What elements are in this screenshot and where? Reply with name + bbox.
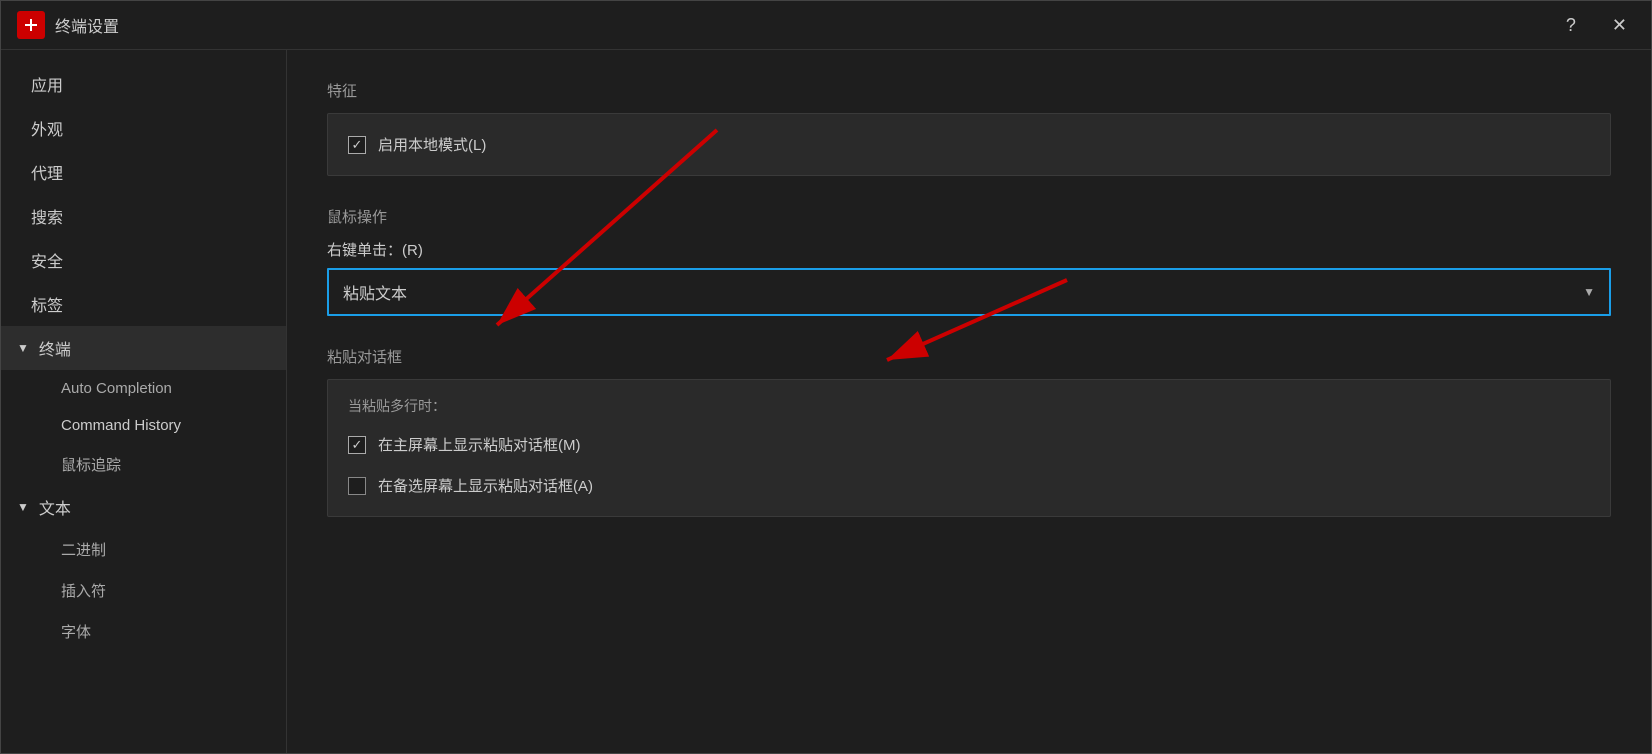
title-bar-left: 终端设置 [17, 11, 119, 39]
paste-checkbox-group: 在主屏幕上显示粘贴对话框(M) 在备选屏幕上显示粘贴对话框(A) [348, 430, 1590, 500]
main-window: 终端设置 ? ✕ 应用 外观 代理 搜索 安全 [0, 0, 1652, 754]
mouse-section: 鼠标操作 右键单击：(R) 粘贴文本 ▼ [327, 206, 1611, 316]
app-icon [17, 11, 45, 39]
sidebar-item-tabs[interactable]: 标签 [1, 282, 286, 326]
sidebar-item-app[interactable]: 应用 [1, 62, 286, 106]
sidebar-item-security[interactable]: 安全 [1, 238, 286, 282]
features-section: 特征 启用本地模式(L) [327, 80, 1611, 176]
sidebar-subitem-command-history[interactable]: Command History [1, 407, 286, 444]
sidebar-item-appearance[interactable]: 外观 [1, 106, 286, 150]
sidebar-subitem-cursor[interactable]: 插入符 [1, 570, 286, 611]
select-arrow-icon: ▼ [1583, 285, 1595, 299]
paste-main-screen-label: 在主屏幕上显示粘贴对话框(M) [378, 434, 581, 455]
features-title: 特征 [327, 80, 1611, 101]
close-button[interactable]: ✕ [1604, 11, 1635, 40]
local-mode-row: 启用本地模式(L) [348, 130, 1590, 159]
right-click-label: 右键单击：(R) [327, 239, 1611, 260]
right-click-value: 粘贴文本 [343, 280, 407, 304]
right-click-select[interactable]: 粘贴文本 ▼ [327, 268, 1611, 316]
paste-alt-screen-row: 在备选屏幕上显示粘贴对话框(A) [348, 471, 1590, 500]
help-button[interactable]: ? [1558, 11, 1584, 40]
local-mode-checkbox[interactable] [348, 136, 366, 154]
window-title: 终端设置 [55, 13, 119, 37]
sidebar-subitem-auto-completion[interactable]: Auto Completion [1, 370, 286, 407]
features-box: 启用本地模式(L) [327, 113, 1611, 176]
sidebar-group-terminal[interactable]: ▼ 终端 [1, 326, 286, 370]
paste-alt-screen-checkbox[interactable] [348, 477, 366, 495]
right-click-select-wrapper: 粘贴文本 ▼ [327, 268, 1611, 316]
chevron-down-icon-text: ▼ [17, 500, 29, 514]
local-mode-label: 启用本地模式(L) [378, 134, 486, 155]
sidebar-item-proxy[interactable]: 代理 [1, 150, 286, 194]
sidebar-group-text[interactable]: ▼ 文本 [1, 485, 286, 529]
paste-alt-screen-label: 在备选屏幕上显示粘贴对话框(A) [378, 475, 593, 496]
mouse-title: 鼠标操作 [327, 206, 1611, 227]
content-area: 特征 启用本地模式(L) 鼠标操作 右键单击：(R) 粘贴文本 ▼ [287, 50, 1651, 753]
chevron-down-icon: ▼ [17, 341, 29, 355]
sidebar-subitem-font[interactable]: 字体 [1, 611, 286, 652]
paste-main-screen-row: 在主屏幕上显示粘贴对话框(M) [348, 430, 1590, 459]
sidebar-item-search[interactable]: 搜索 [1, 194, 286, 238]
main-content: 应用 外观 代理 搜索 安全 标签 ▼ 终端 Auto Completion [1, 50, 1651, 753]
paste-section: 粘贴对话框 当粘贴多行时： 在主屏幕上显示粘贴对话框(M) 在备选屏幕上显示粘贴… [327, 346, 1611, 517]
title-bar-right: ? ✕ [1558, 11, 1635, 40]
paste-title: 粘贴对话框 [327, 346, 1611, 367]
title-bar: 终端设置 ? ✕ [1, 1, 1651, 49]
sidebar: 应用 外观 代理 搜索 安全 标签 ▼ 终端 Auto Completion [1, 50, 286, 753]
paste-main-screen-checkbox[interactable] [348, 436, 366, 454]
paste-sub-box: 当粘贴多行时： 在主屏幕上显示粘贴对话框(M) 在备选屏幕上显示粘贴对话框(A) [327, 379, 1611, 517]
sidebar-subitem-binary[interactable]: 二进制 [1, 529, 286, 570]
paste-sub-label: 当粘贴多行时： [348, 396, 1590, 416]
sidebar-subitem-mouse-tracking[interactable]: 鼠标追踪 [1, 444, 286, 485]
